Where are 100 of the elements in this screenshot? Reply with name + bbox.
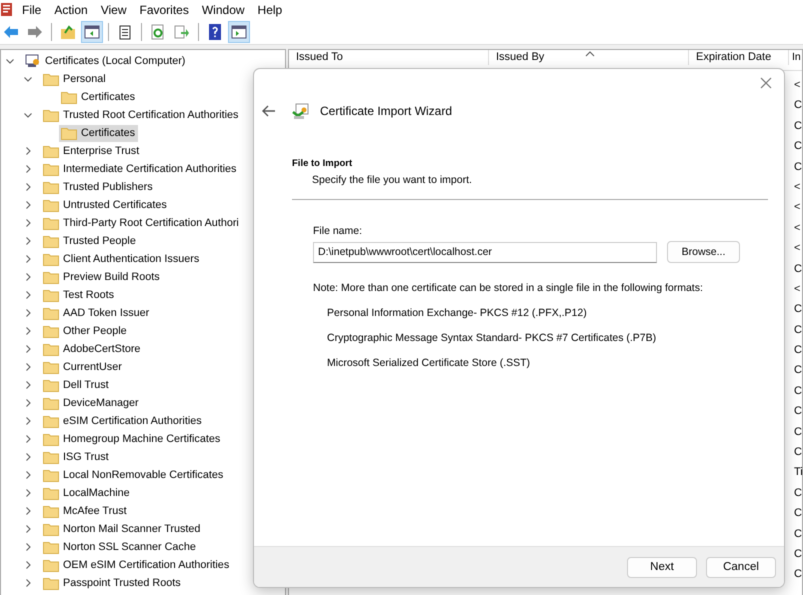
chevron-right-icon[interactable] xyxy=(23,470,33,480)
tree-item[interactable]: Certificates xyxy=(59,124,138,142)
tree-item[interactable]: Homegroup Machine Certificates xyxy=(41,430,224,448)
next-button[interactable]: Next xyxy=(627,556,697,578)
column-header[interactable]: Issued By xyxy=(489,50,689,65)
table-cell-text: < xyxy=(794,200,802,216)
chevron-right-icon[interactable] xyxy=(23,200,33,210)
chevron-right-icon[interactable] xyxy=(23,452,33,462)
format-item: Microsoft Serialized Certificate Store (.SST) xyxy=(327,357,532,369)
close-icon[interactable] xyxy=(760,77,772,89)
chevron-right-icon[interactable] xyxy=(23,290,33,300)
menu-item[interactable]: Favorites xyxy=(136,3,198,17)
tree-item[interactable]: eSIM Certification Authorities xyxy=(41,412,205,430)
tree-item[interactable]: Enterprise Trust xyxy=(41,142,142,160)
tree-item[interactable]: Test Roots xyxy=(41,286,118,304)
forward-arrow-icon xyxy=(27,24,43,40)
column-header[interactable]: Expiration Date xyxy=(689,50,789,65)
chevron-right-icon[interactable] xyxy=(23,578,33,588)
chevron-right-icon[interactable] xyxy=(23,326,33,336)
console-tree-button[interactable] xyxy=(81,21,103,43)
tree-item[interactable]: AAD Token Issuer xyxy=(41,304,152,322)
chevron-down-icon[interactable] xyxy=(23,74,33,84)
chevron-right-icon[interactable] xyxy=(23,560,33,570)
tree-item[interactable]: LocalMachine xyxy=(41,484,133,502)
chevron-right-icon[interactable] xyxy=(23,272,33,282)
note-text: Note: More than one certificate can be stored in a single file in the following formats: xyxy=(313,282,704,294)
tree-item[interactable]: Dell Trust xyxy=(41,376,112,394)
folder-icon xyxy=(43,306,59,320)
folder-icon xyxy=(43,468,59,482)
cancel-button[interactable]: Cancel xyxy=(706,556,776,578)
table-cell-text: Ti xyxy=(794,465,802,480)
tree-item[interactable]: Intermediate Certification Authorities xyxy=(41,160,240,178)
tree-item[interactable]: Client Authentication Issuers xyxy=(41,250,202,268)
tree-item[interactable]: Preview Build Roots xyxy=(41,268,163,286)
chevron-down-icon[interactable] xyxy=(23,110,33,120)
table-cell-text: C xyxy=(794,139,802,154)
tree-item[interactable]: Certificates xyxy=(59,88,138,106)
browse-button[interactable]: Browse... xyxy=(667,241,740,263)
chevron-right-icon[interactable] xyxy=(23,236,33,246)
export-list-icon xyxy=(174,24,190,40)
tree-item[interactable]: Passpoint Trusted Roots xyxy=(41,574,184,592)
chevron-right-icon[interactable] xyxy=(23,218,33,228)
format-item: Cryptographic Message Syntax Standard- PKCS #7 Certificates (.P7B) xyxy=(327,332,658,344)
tree-item[interactable]: DeviceManager xyxy=(41,394,142,412)
chevron-right-icon[interactable] xyxy=(23,182,33,192)
chevron-right-icon[interactable] xyxy=(23,488,33,498)
menu-item[interactable]: Window xyxy=(198,3,254,17)
chevron-right-icon[interactable] xyxy=(23,344,33,354)
action-pane-button[interactable] xyxy=(228,21,250,43)
table-cell-text: < xyxy=(794,78,802,93)
menu-item[interactable]: Action xyxy=(50,3,97,17)
tree-item[interactable]: Certificates (Local Computer) xyxy=(23,52,188,70)
tree-item[interactable]: CurrentUser xyxy=(41,358,125,376)
tree-item[interactable]: Trusted People xyxy=(41,232,139,250)
folder-icon xyxy=(43,288,59,302)
tree-item[interactable]: Local NonRemovable Certificates xyxy=(41,466,226,484)
folder-icon xyxy=(43,558,59,572)
chevron-right-icon[interactable] xyxy=(23,416,33,426)
folder-icon xyxy=(43,162,59,176)
tree-item[interactable]: Norton SSL Scanner Cache xyxy=(41,538,199,556)
tree-item[interactable]: Personal xyxy=(41,70,109,88)
tree-item[interactable]: OEM eSIM Certification Authorities xyxy=(41,556,232,574)
chevron-right-icon[interactable] xyxy=(23,146,33,156)
column-header[interactable]: In xyxy=(789,50,801,65)
column-header[interactable]: Issued To xyxy=(289,50,489,65)
folder-icon xyxy=(43,144,59,158)
folder-up-icon xyxy=(60,24,76,40)
chevron-right-icon[interactable] xyxy=(23,524,33,534)
tree-item[interactable]: Trusted Root Certification Authorities xyxy=(41,106,242,124)
refresh-icon xyxy=(150,24,166,40)
folder-icon xyxy=(43,396,59,410)
chevron-right-icon[interactable] xyxy=(23,380,33,390)
tree-item[interactable]: Other People xyxy=(41,322,130,340)
table-cell-text: C xyxy=(794,98,802,114)
file-name-field[interactable]: D:\inetpub\wwwroot\cert\localhost.cer xyxy=(313,242,657,262)
menu-item[interactable]: View xyxy=(96,3,136,17)
chevron-right-icon[interactable] xyxy=(23,542,33,552)
tree-item[interactable]: ISG Trust xyxy=(41,448,112,466)
tree-item[interactable]: McAfee Trust xyxy=(41,502,130,520)
menu-item[interactable]: File xyxy=(18,3,50,17)
chevron-right-icon[interactable] xyxy=(23,506,33,516)
chevron-right-icon[interactable] xyxy=(23,362,33,372)
back-arrow-icon[interactable] xyxy=(262,105,276,117)
table-cell-text: C xyxy=(794,404,802,420)
menu-item[interactable]: Help xyxy=(254,3,292,17)
tree-item[interactable]: Third-Party Root Certification Authori xyxy=(41,214,242,232)
folder-icon xyxy=(43,414,59,428)
tree-item[interactable]: AdobeCertStore xyxy=(41,340,144,358)
chevron-right-icon[interactable] xyxy=(23,308,33,318)
chevron-right-icon[interactable] xyxy=(23,434,33,444)
chevron-right-icon[interactable] xyxy=(23,398,33,408)
folder-icon xyxy=(43,198,59,212)
chevron-down-icon[interactable] xyxy=(5,56,15,66)
tree-item[interactable]: Norton Mail Scanner Trusted xyxy=(41,520,204,538)
chevron-right-icon[interactable] xyxy=(23,164,33,174)
chevron-right-icon[interactable] xyxy=(23,254,33,264)
folder-icon xyxy=(43,342,59,356)
tree-item[interactable]: Trusted Publishers xyxy=(41,178,156,196)
tree-item[interactable]: Untrusted Certificates xyxy=(41,196,170,214)
folder-icon xyxy=(43,216,59,230)
